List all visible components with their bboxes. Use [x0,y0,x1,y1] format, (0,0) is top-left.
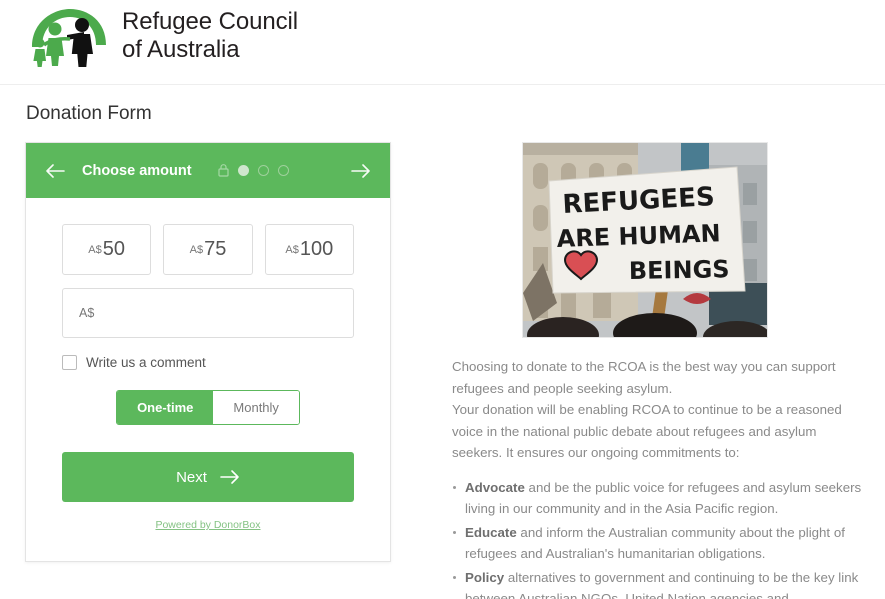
intro-paragraph-1: Choosing to donate to the RCOA is the be… [452,359,836,396]
donation-page: Refugee Council of Australia Donation Fo… [0,0,885,599]
amount-value: 75 [204,238,227,260]
page-title: Donation Form [26,103,152,124]
amount-currency: A$ [88,243,102,256]
form-header: Choose amount [26,143,390,198]
frequency-monthly[interactable]: Monthly [213,391,299,424]
bullet-lead: Advocate [465,479,525,495]
write-comment-label: Write us a comment [86,355,206,370]
svg-text:ARE HUMAN: ARE HUMAN [556,219,721,253]
step-dot-2[interactable] [257,165,269,176]
site-header: Refugee Council of Australia [0,0,885,85]
brand-logo-link[interactable]: Refugee Council of Australia [26,5,298,67]
list-item: Educate and inform the Australian commun… [452,522,862,565]
bullet-lead: Educate [465,524,517,540]
form-step-title: Choose amount [82,162,192,179]
refugee-council-people-logo-icon [26,5,112,67]
frequency-toggle: One-time Monthly [116,390,300,425]
bullet-rest: and inform the Australian community abou… [465,524,845,562]
bullet-rest: and be the public voice for refugees and… [465,479,862,517]
commitments-list: Advocate and be the public voice for ref… [452,477,862,599]
right-column: REFUGEES ARE HUMAN BEINGS Choosing to do… [452,142,862,599]
list-item: Advocate and be the public voice for ref… [452,477,862,520]
amount-value: 100 [299,238,334,260]
donation-form-card: Choose amount A$ 50 A$ 75 A$ 100 A$ Writ… [25,142,391,562]
arrow-right-icon [220,469,240,485]
custom-amount-currency: A$ [79,306,95,320]
form-body: A$ 50 A$ 75 A$ 100 A$ Write us a comment [26,198,390,531]
powered-by-donorbox-link[interactable]: Powered by DonorBox [62,519,354,531]
preset-amounts: A$ 50 A$ 75 A$ 100 [62,224,354,275]
intro-text: Choosing to donate to the RCOA is the be… [452,356,862,464]
amount-option-2[interactable]: A$ 75 [163,224,253,275]
amount-currency: A$ [285,243,299,256]
intro-paragraph-2: Your donation will be enabling RCOA to c… [452,402,842,461]
arrow-right-icon[interactable] [350,160,372,182]
brand-name: Refugee Council of Australia [122,8,298,63]
bullet-rest: alternatives to government and continuin… [465,569,859,599]
amount-option-3[interactable]: A$ 100 [264,224,354,275]
svg-text:BEINGS: BEINGS [629,255,730,285]
protest-sign-photo: REFUGEES ARE HUMAN BEINGS [522,142,768,338]
custom-amount-input[interactable]: A$ [62,288,354,338]
arrow-left-icon[interactable] [44,160,66,182]
frequency-one-time[interactable]: One-time [117,391,214,424]
write-comment-checkbox[interactable] [62,355,77,370]
next-button-label: Next [176,468,207,486]
step-dot-1[interactable] [237,165,249,176]
write-comment-checkbox-row[interactable]: Write us a comment [62,355,354,370]
step-dot-3[interactable] [277,165,289,176]
step-indicator [217,164,289,177]
amount-currency: A$ [189,243,204,256]
lock-icon [217,164,229,177]
amount-value: 50 [102,238,126,260]
list-item: Policy alternatives to government and co… [452,567,862,599]
frequency-toggle-wrap: One-time Monthly [62,390,354,425]
next-button[interactable]: Next [62,452,354,502]
amount-option-1[interactable]: A$ 50 [62,224,152,275]
bullet-lead: Policy [465,569,505,585]
